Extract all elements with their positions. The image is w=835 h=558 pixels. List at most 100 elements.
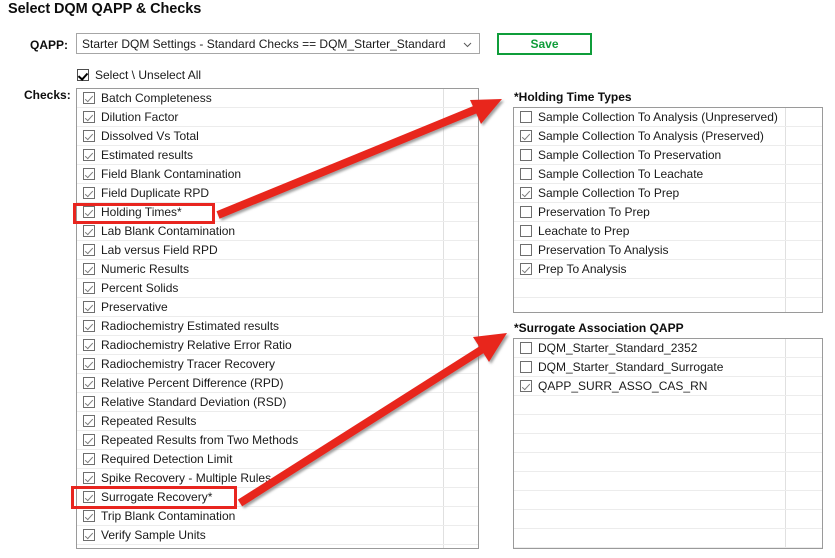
page-title: Select DQM QAPP & Checks [8, 1, 202, 17]
check-item-row[interactable]: Dissolved Vs Total [77, 127, 478, 146]
check-item-checkbox[interactable] [83, 510, 95, 522]
surrogate-qapp-item-checkbox[interactable] [520, 380, 532, 392]
holding-time-types-listbox[interactable]: Sample Collection To Analysis (Unpreserv… [513, 107, 823, 313]
holding-time-item-label: Sample Collection To Preservation [538, 148, 722, 162]
check-item-checkbox[interactable] [83, 187, 95, 199]
check-item-checkbox[interactable] [83, 168, 95, 180]
check-item-row[interactable]: Dilution Factor [77, 108, 478, 127]
check-item-checkbox[interactable] [83, 529, 95, 541]
check-item-row[interactable]: Radiochemistry Tracer Recovery [77, 355, 478, 374]
check-item-checkbox[interactable] [83, 415, 95, 427]
check-item-checkbox[interactable] [83, 244, 95, 256]
check-item-label: Batch Completeness [101, 91, 212, 105]
surrogate-qapp-item-empty-row [514, 472, 822, 491]
check-item-row[interactable]: Lab Blank Contamination [77, 222, 478, 241]
check-item-label: Verify Sample Units [101, 528, 206, 542]
check-item-row[interactable]: Radiochemistry Relative Error Ratio [77, 336, 478, 355]
select-unselect-all-checkbox[interactable] [77, 69, 89, 81]
check-item-label: Preservative [101, 300, 168, 314]
holding-time-item-label: Leachate to Prep [538, 224, 630, 238]
check-item-row[interactable]: Radiochemistry Estimated results [77, 317, 478, 336]
check-item-label: Spike Recovery - Multiple Rules [101, 471, 272, 485]
holding-time-item-checkbox[interactable] [520, 187, 532, 199]
check-item-row[interactable]: Trip Blank Contamination [77, 507, 478, 526]
check-item-label: Repeated Results [101, 414, 197, 428]
checks-label: Checks: [24, 88, 71, 102]
check-item-row[interactable]: Percent Solids [77, 279, 478, 298]
holding-time-item-checkbox[interactable] [520, 168, 532, 180]
select-unselect-all-row[interactable]: Select \ Unselect All [77, 67, 201, 83]
surrogate-qapp-item-row[interactable]: DQM_Starter_Standard_2352 [514, 339, 822, 358]
check-item-row[interactable]: Batch Completeness [77, 89, 478, 108]
holding-time-item-row[interactable]: Sample Collection To Prep [514, 184, 822, 203]
holding-time-item-checkbox[interactable] [520, 244, 532, 256]
holding-time-item-row[interactable]: Prep To Analysis [514, 260, 822, 279]
holding-time-item-row[interactable]: Preservation To Prep [514, 203, 822, 222]
holding-time-item-row[interactable]: Leachate to Prep [514, 222, 822, 241]
check-item-label: Trip Blank Contamination [101, 509, 236, 523]
holding-time-item-row[interactable]: Sample Collection To Preservation [514, 146, 822, 165]
check-item-checkbox[interactable] [83, 149, 95, 161]
check-item-checkbox[interactable] [83, 301, 95, 313]
holding-time-item-checkbox[interactable] [520, 225, 532, 237]
check-item-checkbox[interactable] [83, 377, 95, 389]
check-item-row[interactable]: Numeric Results [77, 260, 478, 279]
check-item-checkbox[interactable] [83, 111, 95, 123]
check-item-row[interactable]: Holding Times* [77, 203, 478, 222]
surrogate-association-qapp-listbox[interactable]: DQM_Starter_Standard_2352 DQM_Starter_Sta… [513, 338, 823, 549]
check-item-checkbox[interactable] [83, 92, 95, 104]
chevron-down-icon [463, 40, 472, 49]
check-item-row[interactable]: Estimated results [77, 146, 478, 165]
check-item-row[interactable]: Field Duplicate RPD [77, 184, 478, 203]
check-item-checkbox[interactable] [83, 453, 95, 465]
holding-time-item-checkbox[interactable] [520, 149, 532, 161]
check-item-row[interactable]: Relative Standard Deviation (RSD) [77, 393, 478, 412]
check-item-row[interactable]: Required Detection Limit [77, 450, 478, 469]
holding-time-item-empty-row [514, 298, 822, 312]
surrogate-qapp-item-empty-row [514, 529, 822, 548]
holding-time-item-row[interactable]: Sample Collection To Leachate [514, 165, 822, 184]
holding-time-item-row[interactable]: Sample Collection To Analysis (Preserved… [514, 127, 822, 146]
check-item-checkbox[interactable] [83, 434, 95, 446]
surrogate-qapp-item-checkbox[interactable] [520, 342, 532, 354]
checks-listbox[interactable]: Batch Completeness Dilution Factor Dissolv… [76, 88, 479, 549]
check-item-label: Field Duplicate RPD [101, 186, 210, 200]
surrogate-qapp-item-checkbox[interactable] [520, 361, 532, 373]
check-item-row[interactable]: Field Blank Contamination [77, 165, 478, 184]
check-item-label: Radiochemistry Relative Error Ratio [101, 338, 292, 352]
check-item-checkbox[interactable] [83, 225, 95, 237]
surrogate-qapp-item-row[interactable]: DQM_Starter_Standard_Surrogate [514, 358, 822, 377]
check-item-row[interactable]: Verify Sample Units [77, 526, 478, 545]
check-item-checkbox[interactable] [83, 358, 95, 370]
select-unselect-all-label: Select \ Unselect All [95, 68, 202, 82]
check-item-checkbox[interactable] [83, 130, 95, 142]
check-item-row[interactable]: Lab versus Field RPD [77, 241, 478, 260]
check-item-checkbox[interactable] [83, 396, 95, 408]
surrogate-qapp-item-label: DQM_Starter_Standard_2352 [538, 341, 698, 355]
qapp-dropdown-value: Starter DQM Settings - Standard Checks =… [82, 37, 446, 51]
surrogate-qapp-item-label: DQM_Starter_Standard_Surrogate [538, 360, 724, 374]
check-item-row[interactable]: Repeated Results from Two Methods [77, 431, 478, 450]
holding-time-item-row[interactable]: Preservation To Analysis [514, 241, 822, 260]
check-item-checkbox[interactable] [83, 320, 95, 332]
qapp-label: QAPP: [30, 38, 69, 52]
holding-time-item-row[interactable]: Sample Collection To Analysis (Unpreserv… [514, 108, 822, 127]
check-item-row[interactable]: Preservative [77, 298, 478, 317]
check-item-checkbox[interactable] [83, 263, 95, 275]
holding-time-item-checkbox[interactable] [520, 206, 532, 218]
check-item-row[interactable]: Relative Percent Difference (RPD) [77, 374, 478, 393]
check-item-row[interactable]: Repeated Results [77, 412, 478, 431]
holding-time-item-checkbox[interactable] [520, 130, 532, 142]
check-item-checkbox[interactable] [83, 339, 95, 351]
qapp-dropdown[interactable]: Starter DQM Settings - Standard Checks =… [76, 33, 480, 54]
check-item-checkbox[interactable] [83, 282, 95, 294]
check-item-row[interactable]: Surrogate Recovery* [77, 488, 478, 507]
holding-time-item-checkbox[interactable] [520, 111, 532, 123]
check-item-row[interactable]: Spike Recovery - Multiple Rules [77, 469, 478, 488]
surrogate-qapp-item-row[interactable]: QAPP_SURR_ASSO_CAS_RN [514, 377, 822, 396]
holding-time-item-checkbox[interactable] [520, 263, 532, 275]
save-button[interactable]: Save [497, 33, 592, 55]
check-item-checkbox[interactable] [83, 472, 95, 484]
check-item-checkbox[interactable] [83, 206, 95, 218]
check-item-checkbox[interactable] [83, 491, 95, 503]
